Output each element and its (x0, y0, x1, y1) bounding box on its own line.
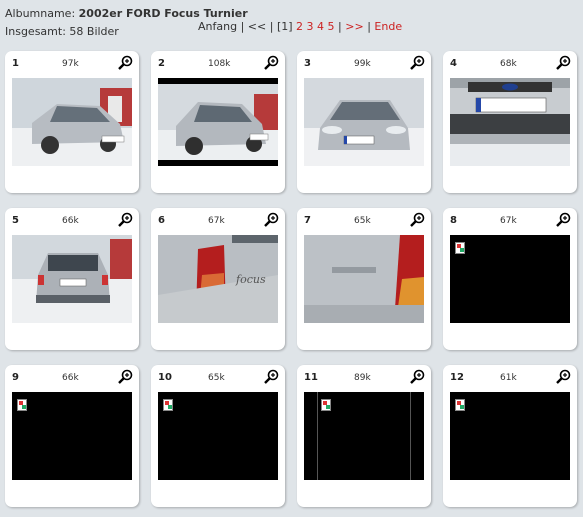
svg-text:focus: focus (235, 273, 266, 286)
broken-image-icon (163, 399, 173, 411)
thumb-filesize: 97k (62, 59, 79, 69)
zoom-icon[interactable] (117, 55, 133, 71)
zoom-icon[interactable] (117, 369, 133, 385)
broken-image-icon (17, 399, 27, 411)
thumbnail-card: 5 66k (5, 208, 139, 350)
thumb-number: 12 (450, 372, 464, 383)
zoom-icon[interactable] (555, 212, 571, 228)
car-photo-thumbnail[interactable] (304, 78, 424, 166)
page-link-5[interactable]: 5 (328, 20, 335, 33)
zoom-icon[interactable] (263, 369, 279, 385)
album-title: 2002er FORD Focus Turnier (78, 7, 248, 20)
thumbnail-card: 11 89k (297, 365, 431, 507)
zoom-icon[interactable] (555, 55, 571, 71)
pagination: Anfang | << | [1] 2 3 4 5 | >> | Ende (198, 20, 403, 33)
zoom-icon[interactable] (263, 212, 279, 228)
thumbnail-card: 3 99k (297, 51, 431, 193)
zoom-icon[interactable] (409, 212, 425, 228)
car-photo-thumbnail[interactable] (450, 78, 570, 166)
thumb-filesize: 61k (500, 373, 517, 383)
page-link-2[interactable]: 2 (296, 20, 303, 33)
car-photo-thumbnail[interactable]: focus (158, 235, 278, 323)
thumb-number: 2 (158, 58, 165, 69)
thumbnail-card: 2 108k (151, 51, 285, 193)
page-first[interactable]: Anfang (198, 20, 237, 33)
thumb-number: 8 (450, 215, 457, 226)
thumb-number: 1 (12, 58, 19, 69)
thumb-filesize: 67k (500, 216, 517, 226)
zoom-icon[interactable] (555, 369, 571, 385)
thumbnail-card: 4 68k (443, 51, 577, 193)
zoom-icon[interactable] (409, 55, 425, 71)
album-name: Albumname: 2002er FORD Focus Turnier (5, 7, 248, 20)
broken-image-thumbnail[interactable] (450, 392, 570, 480)
thumbnail-card: 9 66k (5, 365, 139, 507)
page-prev[interactable]: << (248, 20, 266, 33)
thumb-filesize: 108k (208, 59, 231, 69)
car-photo-thumbnail[interactable] (12, 235, 132, 323)
album-label: Albumname: (5, 7, 76, 20)
car-photo-thumbnail[interactable] (158, 78, 278, 166)
thumb-number: 6 (158, 215, 165, 226)
zoom-icon[interactable] (263, 55, 279, 71)
thumb-filesize: 65k (208, 373, 225, 383)
thumb-filesize: 66k (62, 216, 79, 226)
thumb-number: 9 (12, 372, 19, 383)
broken-image-icon (455, 242, 465, 254)
thumb-filesize: 65k (354, 216, 371, 226)
broken-image-icon (455, 399, 465, 411)
thumb-filesize: 66k (62, 373, 79, 383)
thumb-filesize: 67k (208, 216, 225, 226)
thumb-number: 10 (158, 372, 172, 383)
thumb-filesize: 89k (354, 373, 371, 383)
thumbnail-card: 10 65k (151, 365, 285, 507)
thumb-number: 5 (12, 215, 19, 226)
page-current: [1] (276, 20, 293, 33)
total-count: Insgesamt: 58 Bilder (5, 25, 119, 38)
thumbnail-card: 7 65k (297, 208, 431, 350)
car-photo-thumbnail[interactable] (304, 235, 424, 323)
thumbnail-card: 6 67k focus (151, 208, 285, 350)
thumb-number: 11 (304, 372, 318, 383)
thumb-number: 4 (450, 58, 457, 69)
zoom-icon[interactable] (409, 369, 425, 385)
thumbnail-card: 8 67k (443, 208, 577, 350)
thumb-number: 3 (304, 58, 311, 69)
broken-image-thumbnail[interactable] (304, 392, 424, 480)
thumbnail-card: 1 97k (5, 51, 139, 193)
thumb-number: 7 (304, 215, 311, 226)
broken-image-thumbnail[interactable] (12, 392, 132, 480)
thumb-filesize: 68k (500, 59, 517, 69)
broken-image-thumbnail[interactable] (450, 235, 570, 323)
page-next[interactable]: >> (345, 20, 363, 33)
car-photo-thumbnail[interactable] (12, 78, 132, 166)
thumb-filesize: 99k (354, 59, 371, 69)
broken-image-icon (321, 399, 331, 411)
page-link-3[interactable]: 3 (307, 20, 314, 33)
broken-image-thumbnail[interactable] (158, 392, 278, 480)
page-last[interactable]: Ende (374, 20, 402, 33)
page-link-4[interactable]: 4 (317, 20, 324, 33)
zoom-icon[interactable] (117, 212, 133, 228)
thumbnail-card: 12 61k (443, 365, 577, 507)
